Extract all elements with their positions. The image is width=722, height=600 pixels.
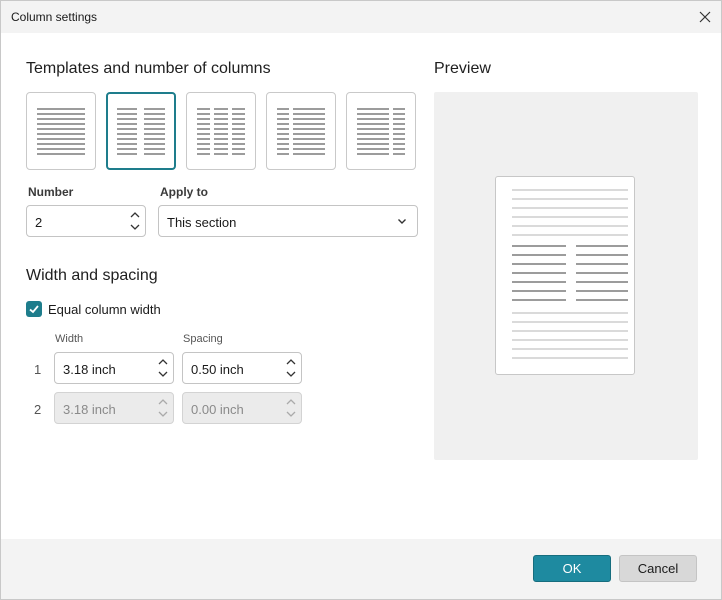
chevron-down-icon [398, 219, 406, 224]
template-two-columns[interactable] [106, 92, 176, 170]
template-one-column[interactable] [26, 92, 96, 170]
spin-arrows-icon [286, 399, 296, 417]
spin-arrows-icon[interactable] [285, 356, 297, 380]
width-input-row1[interactable]: 3.18 inch [54, 352, 174, 384]
preview-panel [434, 92, 698, 460]
width-header: Width [55, 333, 84, 345]
width-input-row2: 3.18 inch [54, 392, 174, 424]
spacing-value: 0.50 inch [191, 362, 244, 377]
ok-button[interactable]: OK [533, 555, 611, 582]
spin-arrows-icon[interactable] [157, 356, 169, 380]
checkmark-icon [29, 305, 39, 314]
two-columns-icon [117, 108, 165, 155]
preview-page-lines [512, 189, 628, 359]
three-columns-icon [197, 108, 245, 155]
spacing-input-row1[interactable]: 0.50 inch [182, 352, 302, 384]
number-stepper[interactable]: 2 [26, 205, 146, 237]
row-index: 1 [34, 362, 42, 377]
apply-to-select[interactable]: This section [158, 205, 418, 237]
spacing-header: Spacing [183, 333, 223, 345]
template-three-columns[interactable] [186, 92, 256, 170]
left-narrow-icon [277, 108, 325, 155]
equal-width-label: Equal column width [48, 302, 161, 317]
right-narrow-icon [357, 108, 405, 155]
template-left-narrow[interactable] [266, 92, 336, 170]
close-button[interactable] [689, 1, 721, 33]
template-right-narrow[interactable] [346, 92, 416, 170]
row-index: 2 [34, 402, 42, 417]
apply-to-label: Apply to [160, 185, 208, 199]
spacing-input-row2: 0.00 inch [182, 392, 302, 424]
one-column-icon [37, 108, 85, 155]
width-spacing-title: Width and spacing [26, 267, 158, 284]
number-label: Number [28, 185, 74, 199]
width-value: 3.18 inch [63, 362, 116, 377]
preview-title: Preview [434, 60, 491, 77]
number-value: 2 [35, 215, 43, 230]
window-title: Column settings [11, 10, 98, 24]
spin-arrows-icon [158, 399, 168, 417]
column-settings-dialog: Column settings Templates and number of … [0, 0, 722, 600]
preview-page [495, 176, 635, 375]
title-bar: Column settings [1, 1, 721, 33]
dialog-footer: OK Cancel [1, 539, 721, 599]
close-icon [699, 11, 711, 23]
apply-to-value: This section [167, 215, 237, 230]
spacing-value: 0.00 inch [191, 402, 244, 417]
templates-title: Templates and number of columns [26, 60, 271, 77]
equal-width-checkbox[interactable] [26, 301, 42, 317]
width-value: 3.18 inch [63, 402, 116, 417]
cancel-button[interactable]: Cancel [619, 555, 697, 582]
spin-arrows-icon[interactable] [129, 209, 141, 233]
